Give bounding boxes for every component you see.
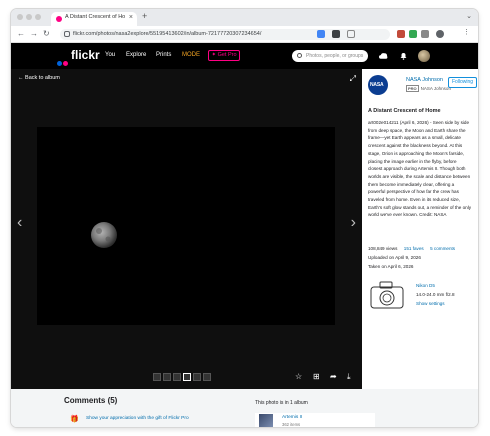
extension-red-icon[interactable] [397, 30, 405, 38]
flickr-header: flickr You Explore Prints MODE ✦ Get Pro… [11, 43, 478, 69]
nasa-logo-text: NASA [370, 82, 384, 88]
photo-description: art002e014211 (April 6, 2026) - Seen sid… [368, 120, 472, 218]
reload-icon[interactable]: ↻ [43, 29, 50, 38]
search-input[interactable]: Photos, people, or groups [292, 50, 368, 62]
album-thumbnail [259, 414, 273, 427]
photo-stats: 108,849 views 151 faves 5 comments [368, 246, 455, 251]
get-pro-label: Get Pro [217, 52, 237, 58]
lens-info: 14.0-24.0 mm f/2.8 [416, 292, 455, 297]
add-to-gallery-icon[interactable]: ⊞ [313, 372, 320, 381]
back-to-album-link[interactable]: ← Back to album [18, 75, 60, 81]
flickr-favicon-icon [56, 16, 62, 22]
album-heading: This photo is in 1 album [255, 400, 308, 406]
following-button[interactable]: Following [448, 77, 477, 88]
browser-menu-icon[interactable]: ⋮ [463, 29, 471, 38]
nav-prints[interactable]: Prints [156, 52, 171, 58]
nasa-logo-avatar[interactable]: NASA [368, 75, 388, 95]
search-placeholder: Photos, people, or groups [306, 53, 364, 59]
owner-pro-line: PRO NASA Johnson [406, 85, 451, 92]
album-item-count: 362 items [282, 422, 301, 427]
maximize-window-button[interactable] [35, 14, 41, 20]
thumbnail[interactable] [203, 373, 211, 381]
gift-icon: 🎁 [70, 416, 79, 423]
uploaded-date: Uploaded on April 9, 2026 [368, 255, 421, 260]
comments-link[interactable]: 5 comments [430, 246, 455, 251]
tab-close-button[interactable]: × [129, 14, 133, 21]
nav-you[interactable]: You [105, 52, 115, 58]
fave-star-icon[interactable]: ☆ [295, 372, 302, 381]
album-card[interactable]: Artemis II 362 items [255, 413, 375, 427]
back-to-album-label: Back to album [25, 75, 60, 81]
pro-badge: PRO [406, 85, 419, 92]
profile-icon[interactable] [436, 30, 444, 38]
owner-name-link[interactable]: NASA Johnson [406, 77, 443, 83]
thumbnail[interactable] [173, 373, 181, 381]
thumbnail[interactable] [163, 373, 171, 381]
previous-photo-arrow-icon[interactable]: ‹ [17, 214, 22, 232]
bookmark-star-icon[interactable] [347, 30, 355, 38]
site-info-icon[interactable] [64, 31, 70, 37]
extensions-puzzle-icon[interactable] [421, 30, 429, 38]
upload-cloud-icon[interactable] [379, 52, 388, 60]
forward-arrow-icon[interactable]: → [30, 29, 38, 38]
thumbnail[interactable] [153, 373, 161, 381]
flickr-logo[interactable]: flickr [71, 48, 100, 62]
photo-info-panel: NASA NASA Johnson PRO NASA Johnson Follow… [362, 69, 478, 389]
main-photo[interactable] [37, 127, 335, 325]
browser-window: A Distant Crescent of Home × + ⌄ ← → ↻ f… [11, 9, 478, 427]
faves-link[interactable]: 151 faves [404, 246, 424, 251]
views-count: 108,849 views [368, 246, 398, 251]
thumbnail-current[interactable] [183, 373, 191, 381]
nav-mode[interactable]: MODE [182, 52, 200, 58]
owner-pro-name: NASA Johnson [420, 86, 451, 91]
thumbnail[interactable] [193, 373, 201, 381]
new-tab-button[interactable]: + [142, 11, 147, 21]
album-name-link[interactable]: Artemis II [282, 415, 302, 420]
url-text: flickr.com/photos/nasa2explore/551954136… [73, 31, 262, 37]
user-avatar[interactable] [418, 50, 430, 62]
comments-heading: Comments (5) [64, 396, 118, 405]
extension-icon[interactable] [332, 30, 340, 38]
address-bar: ← → ↻ flickr.com/photos/nasa2explore/551… [11, 26, 478, 43]
gift-pro-link[interactable]: Show your appreciation with the gift of … [86, 416, 189, 421]
minimize-window-button[interactable] [26, 14, 32, 20]
tab-bar: A Distant Crescent of Home × + ⌄ [11, 9, 478, 26]
extension-green-icon[interactable] [409, 30, 417, 38]
search-icon [297, 53, 302, 58]
get-pro-button[interactable]: ✦ Get Pro [208, 50, 240, 61]
notifications-bell-icon[interactable] [399, 52, 408, 60]
photo-title: A Distant Crescent of Home [368, 108, 441, 114]
camera-icon [370, 281, 404, 309]
url-field[interactable]: flickr.com/photos/nasa2explore/551954136… [60, 29, 390, 40]
tab-title: A Distant Crescent of Home [65, 14, 125, 20]
photo-viewer: ← Back to album ⤢ ‹ › ☆ ⊞ ➦ ⤓ [11, 69, 362, 389]
download-icon[interactable]: ⤓ [347, 372, 351, 382]
photostream-thumbnails [153, 373, 218, 381]
tab-list-chevron-icon[interactable]: ⌄ [466, 12, 472, 20]
translate-icon[interactable] [317, 30, 325, 38]
browser-tab[interactable]: A Distant Crescent of Home × [51, 12, 137, 26]
share-icon[interactable]: ➦ [330, 372, 337, 381]
close-window-button[interactable] [17, 14, 23, 20]
below-fold-section: Comments (5) 🎁 Show your appreciation wi… [11, 389, 478, 427]
show-settings-link[interactable]: Show settings [416, 301, 445, 306]
camera-model-link[interactable]: Nikon D5 [416, 283, 435, 288]
taken-date: Taken on April 6, 2026 [368, 264, 414, 269]
back-arrow-icon[interactable]: ← [17, 29, 25, 38]
nav-explore[interactable]: Explore [126, 52, 146, 58]
fullscreen-expand-icon[interactable]: ⤢ [350, 74, 356, 84]
next-photo-arrow-icon[interactable]: › [351, 214, 356, 232]
moon-earth-image [37, 127, 335, 325]
